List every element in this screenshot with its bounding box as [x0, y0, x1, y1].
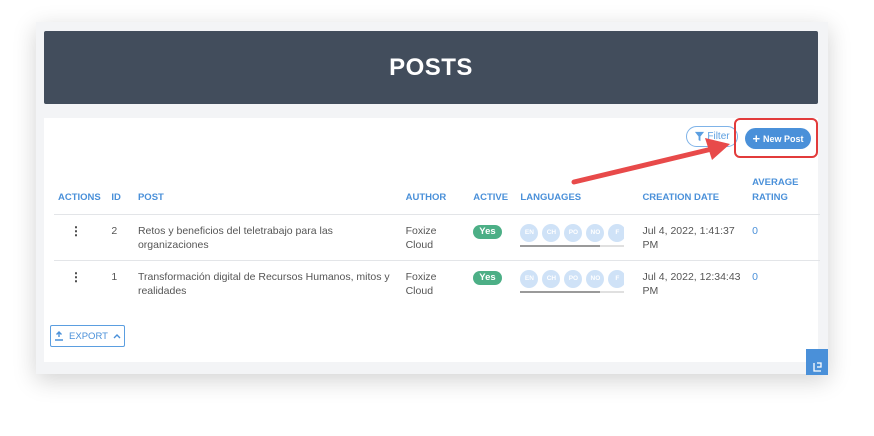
filter-button[interactable]: Filter	[686, 126, 738, 147]
row-active: Yes	[469, 214, 517, 261]
posts-table: ACTIONS ID POST AUTHOR ACTIVE LANGUAGES …	[54, 175, 820, 307]
language-chip-po[interactable]: PO	[564, 270, 583, 288]
language-chips[interactable]: EN CH PO NO F	[520, 270, 625, 288]
col-actions: ACTIONS	[58, 192, 101, 203]
row-id: 1	[107, 260, 134, 307]
language-chips[interactable]: EN CH PO NO F	[520, 224, 625, 242]
row-languages: EN CH PO NO F	[516, 260, 639, 307]
active-badge: Yes	[473, 271, 502, 285]
language-chip-po[interactable]: PO	[564, 224, 583, 242]
languages-scrollbar[interactable]	[520, 291, 625, 293]
page-header: POSTS	[44, 31, 818, 104]
export-icon	[55, 331, 64, 341]
language-chip-no[interactable]: NO	[586, 270, 605, 288]
filter-icon	[695, 131, 705, 142]
languages-scrollbar[interactable]	[520, 245, 625, 247]
col-languages: LANGUAGES	[520, 192, 582, 203]
language-chip-no[interactable]: NO	[586, 224, 605, 242]
language-chip-en[interactable]: EN	[520, 270, 539, 288]
language-chip-f[interactable]: F	[608, 224, 625, 242]
table-header-row: ACTIONS ID POST AUTHOR ACTIVE LANGUAGES …	[54, 175, 820, 215]
row-rating: 0	[748, 214, 820, 261]
table-row: ⋮ 2 Retos y beneficios del teletrabajo p…	[54, 214, 820, 261]
col-active: ACTIVE	[473, 192, 509, 203]
export-label: EXPORT	[69, 330, 108, 342]
row-actions-menu-icon[interactable]: ⋮	[54, 214, 108, 261]
row-active: Yes	[469, 260, 517, 307]
col-creation-date: CREATION DATE	[642, 192, 720, 203]
filter-label: Filter	[707, 131, 730, 142]
col-average-rating: AVERAGE RATING	[752, 177, 799, 203]
chevron-up-icon	[113, 334, 121, 339]
row-actions-menu-icon[interactable]: ⋮	[54, 260, 108, 307]
language-chip-en[interactable]: EN	[520, 224, 539, 242]
new-post-button[interactable]: + New Post	[745, 128, 811, 149]
row-languages: EN CH PO NO F	[516, 214, 639, 261]
table-row: ⋮ 1 Transformación digital de Recursos H…	[54, 260, 820, 307]
col-id: ID	[111, 192, 121, 203]
new-post-label: New Post	[763, 133, 804, 144]
row-author: Foxize Cloud	[401, 214, 470, 261]
active-badge: Yes	[473, 225, 502, 239]
col-author: AUTHOR	[405, 192, 447, 203]
new-post-highlight: + New Post	[734, 118, 818, 158]
col-post: POST	[137, 192, 164, 203]
row-creation-date: Jul 4, 2022, 12:34:43 PM	[638, 260, 749, 307]
language-chip-ch[interactable]: CH	[542, 270, 561, 288]
posts-panel: Filter + New Post ACTIONS ID POST AUTHOR…	[44, 118, 820, 362]
row-rating: 0	[748, 260, 820, 307]
export-button[interactable]: EXPORT	[50, 325, 125, 347]
language-chip-ch[interactable]: CH	[542, 224, 561, 242]
row-post-title[interactable]: Transformación digital de Recursos Human…	[133, 260, 402, 307]
row-post-title[interactable]: Retos y beneficios del teletrabajo para …	[133, 214, 402, 261]
language-chip-f[interactable]: F	[608, 270, 625, 288]
side-tab-button[interactable]	[806, 349, 828, 375]
row-id: 2	[107, 214, 134, 261]
sidebar-toggle-icon	[812, 362, 822, 372]
app-frame: POSTS Filter + New Post ACTIONS ID POST …	[36, 22, 828, 375]
row-creation-date: Jul 4, 2022, 1:41:37 PM	[638, 214, 749, 261]
plus-icon: +	[752, 130, 761, 146]
row-author: Foxize Cloud	[401, 260, 470, 307]
page-title: POSTS	[389, 53, 473, 81]
